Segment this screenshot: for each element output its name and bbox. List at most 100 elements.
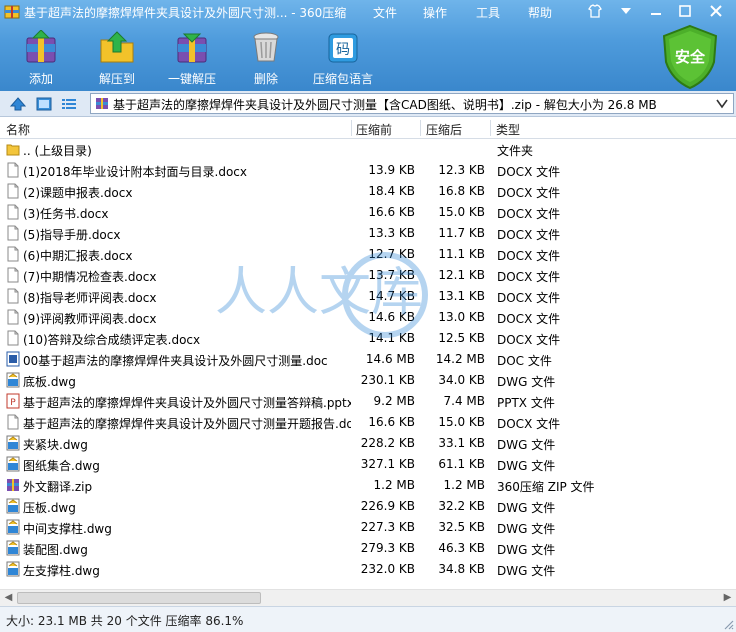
- skin-shirt-icon[interactable]: [587, 3, 603, 19]
- archive-language-button[interactable]: 码 压缩包语言: [308, 30, 378, 88]
- menu-file[interactable]: 文件: [373, 4, 397, 21]
- file-size-after: 46.3 KB: [438, 541, 485, 555]
- resize-grip-icon[interactable]: [722, 618, 734, 630]
- extract-to-button[interactable]: 解压到: [86, 30, 148, 88]
- scroll-left-arrow-icon[interactable]: ◀: [0, 590, 17, 607]
- security-badge-label: 安全: [674, 48, 705, 66]
- large-icon-view-icon[interactable]: [36, 96, 52, 112]
- column-divider[interactable]: [490, 120, 491, 136]
- file-row[interactable]: (5)指导手册.docx 13.3 KB 11.7 KB DOCX 文件: [0, 223, 736, 244]
- scrollbar-thumb[interactable]: [17, 592, 261, 604]
- file-size-before: 279.3 KB: [360, 541, 415, 555]
- close-icon[interactable]: [708, 3, 724, 19]
- menu-help[interactable]: 帮助: [528, 4, 552, 21]
- file-size-before: 16.6 KB: [368, 205, 415, 219]
- column-unpacked[interactable]: 压缩后: [426, 121, 462, 138]
- file-name: (6)中期汇报表.docx: [23, 249, 133, 263]
- file-row[interactable]: (9)评阅教师评阅表.docx 14.6 KB 13.0 KB DOCX 文件: [0, 307, 736, 328]
- file-size-after: 13.0 KB: [438, 310, 485, 324]
- one-click-extract-button-label: 一键解压: [167, 72, 216, 86]
- file-size-before: 9.2 MB: [373, 394, 415, 408]
- delete-button[interactable]: 删除: [235, 30, 297, 88]
- file-row[interactable]: (2)课题申报表.docx 18.4 KB 16.8 KB DOCX 文件: [0, 181, 736, 202]
- column-type[interactable]: 类型: [496, 121, 520, 138]
- file-row[interactable]: 图纸集合.dwg 327.1 KB 61.1 KB DWG 文件: [0, 454, 736, 475]
- file-type: DOCX 文件: [497, 228, 561, 242]
- file-size-before: 327.1 KB: [360, 457, 415, 471]
- file-type: DOC 文件: [497, 354, 552, 368]
- docx-file-icon: [6, 267, 20, 283]
- file-row[interactable]: 外文翻译.zip 1.2 MB 1.2 MB 360压缩 ZIP 文件: [0, 475, 736, 496]
- column-name[interactable]: 名称: [6, 121, 30, 138]
- file-type: DOCX 文件: [497, 333, 561, 347]
- add-button-label: 添加: [28, 72, 53, 86]
- file-type: DOCX 文件: [497, 312, 561, 326]
- archive-language-badge: 码: [336, 42, 350, 58]
- path-text: 基于超声法的摩擦焊焊件夹具设计及外圆尺寸测量【含CAD图纸、说明书】.zip -…: [113, 98, 657, 112]
- file-size-after: 7.4 MB: [443, 394, 485, 408]
- file-row[interactable]: 装配图.dwg 279.3 KB 46.3 KB DWG 文件: [0, 538, 736, 559]
- docx-file-icon: [6, 414, 20, 430]
- docx-file-icon: [6, 246, 20, 262]
- dwg-file-icon: [6, 435, 20, 451]
- file-name: (9)评阅教师评阅表.docx: [23, 312, 157, 326]
- column-packed[interactable]: 压缩前: [356, 121, 392, 138]
- app-logo-icon: [4, 5, 20, 19]
- add-button[interactable]: 添加: [10, 30, 72, 88]
- file-size-before: 14.7 KB: [368, 289, 415, 303]
- file-row[interactable]: (7)中期情况检查表.docx 13.7 KB 12.1 KB DOCX 文件: [0, 265, 736, 286]
- file-size-after: 15.0 KB: [438, 205, 485, 219]
- file-row[interactable]: 左支撑柱.dwg 232.0 KB 34.8 KB DWG 文件: [0, 559, 736, 580]
- security-shield[interactable]: 安全: [660, 24, 720, 90]
- menu-dropdown-icon[interactable]: [618, 3, 634, 19]
- file-size-after: 12.3 KB: [438, 163, 485, 177]
- file-size-after: 16.8 KB: [438, 184, 485, 198]
- file-row[interactable]: .. (上级目录) 文件夹: [0, 139, 736, 160]
- file-size-before: 13.7 KB: [368, 268, 415, 282]
- file-row[interactable]: 中间支撑柱.dwg 227.3 KB 32.5 KB DWG 文件: [0, 517, 736, 538]
- list-view-icon[interactable]: [61, 96, 77, 112]
- folder-icon: [6, 141, 20, 157]
- file-type: DOCX 文件: [497, 291, 561, 305]
- file-row[interactable]: (10)答辩及综合成绩评定表.docx 14.1 KB 12.5 KB DOCX 文件: [0, 328, 736, 349]
- one-click-extract-button[interactable]: 一键解压: [161, 30, 223, 88]
- file-row[interactable]: 夹紧块.dwg 228.2 KB 33.1 KB DWG 文件: [0, 433, 736, 454]
- file-size-before: 232.0 KB: [360, 562, 415, 576]
- column-divider[interactable]: [351, 120, 352, 136]
- file-type: DWG 文件: [497, 459, 556, 473]
- file-row[interactable]: P 基于超声法的摩擦焊焊件夹具设计及外圆尺寸测量答辩稿.pptx 9.2 MB 7.4…: [0, 391, 736, 412]
- file-size-after: 12.5 KB: [438, 331, 485, 345]
- menu-operate[interactable]: 操作: [423, 4, 447, 21]
- horizontal-scrollbar[interactable]: ◀ ▶: [0, 589, 736, 606]
- file-size-before: 14.6 MB: [365, 352, 415, 366]
- dwg-file-icon: [6, 498, 20, 514]
- file-size-before: 227.3 KB: [360, 520, 415, 534]
- file-size-after: 32.2 KB: [438, 499, 485, 513]
- up-arrow-icon[interactable]: [10, 96, 26, 112]
- file-type: PPTX 文件: [497, 396, 555, 410]
- file-row[interactable]: (1)2018年毕业设计附本封面与目录.docx 13.9 KB 12.3 KB DO…: [0, 160, 736, 181]
- file-row[interactable]: 00基于超声法的摩擦焊焊件夹具设计及外圆尺寸测量.doc 14.6 MB 14.2 …: [0, 349, 736, 370]
- file-type: DOCX 文件: [497, 186, 561, 200]
- minimize-icon[interactable]: [648, 3, 664, 19]
- path-dropdown-icon[interactable]: [713, 95, 731, 112]
- scroll-right-arrow-icon[interactable]: ▶: [719, 590, 736, 607]
- file-size-after: 11.7 KB: [438, 226, 485, 240]
- file-row[interactable]: (6)中期汇报表.docx 12.7 KB 11.1 KB DOCX 文件: [0, 244, 736, 265]
- file-type: DWG 文件: [497, 375, 556, 389]
- menu-tools[interactable]: 工具: [476, 4, 500, 21]
- maximize-icon[interactable]: [677, 3, 693, 19]
- file-row[interactable]: (3)任务书.docx 16.6 KB 15.0 KB DOCX 文件: [0, 202, 736, 223]
- delete-button-label: 删除: [253, 72, 278, 86]
- file-row[interactable]: 底板.dwg 230.1 KB 34.0 KB DWG 文件: [0, 370, 736, 391]
- file-row[interactable]: (8)指导老师评阅表.docx 14.7 KB 13.1 KB DOCX 文件: [0, 286, 736, 307]
- file-row[interactable]: 基于超声法的摩擦焊焊件夹具设计及外圆尺寸测量开题报告.docx 16.6 KB 15…: [0, 412, 736, 433]
- file-size-after: 1.2 MB: [443, 478, 485, 492]
- file-size-after: 12.1 KB: [438, 268, 485, 282]
- file-type: 文件夹: [497, 144, 534, 158]
- column-divider[interactable]: [420, 120, 421, 136]
- status-text: 大小: 23.1 MB 共 20 个文件 压缩率 86.1%: [6, 614, 244, 628]
- archive-language-icon: 码: [328, 33, 358, 63]
- path-field[interactable]: 基于超声法的摩擦焊焊件夹具设计及外圆尺寸测量【含CAD图纸、说明书】.zip -…: [90, 93, 734, 114]
- file-row[interactable]: 压板.dwg 226.9 KB 32.2 KB DWG 文件: [0, 496, 736, 517]
